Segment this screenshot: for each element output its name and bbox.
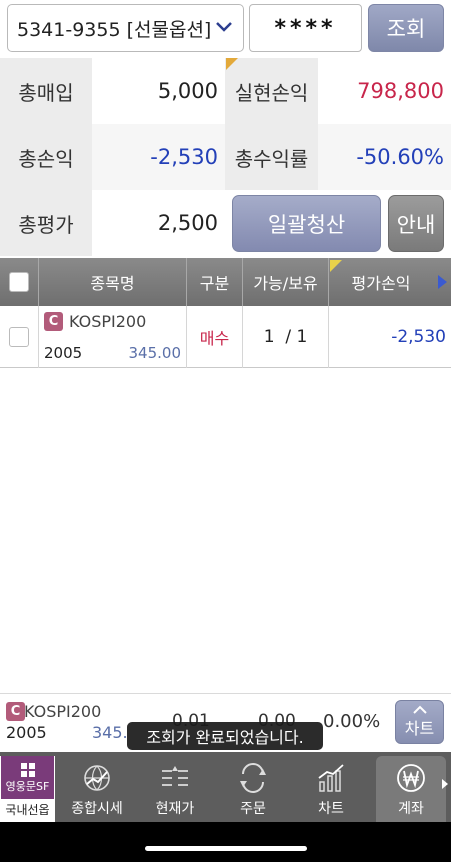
account-summary: 총매입 5,000 실현손익 798,800 총손익 -2,530 총수익률 -… bbox=[0, 58, 451, 257]
chevron-down-icon bbox=[216, 22, 232, 32]
corner-marker bbox=[226, 58, 238, 70]
row-side: 매수 bbox=[187, 306, 243, 368]
nav-account[interactable]: 계좌 bbox=[376, 756, 446, 822]
total-eval-label: 총평가 bbox=[0, 190, 92, 256]
exchange-arrows-icon bbox=[240, 763, 266, 793]
query-button[interactable]: 조회 bbox=[368, 4, 444, 52]
globe-chart-icon bbox=[84, 765, 110, 791]
bottom-nav: 영웅문SF 국내선옵 종합시세 현재가 주문 차트 계좌 bbox=[0, 752, 451, 822]
total-buy-value: 5,000 bbox=[92, 58, 225, 124]
chart-button[interactable]: 차트 bbox=[395, 700, 444, 744]
ticker-name: KOSPI200 bbox=[24, 702, 102, 721]
system-bar bbox=[0, 822, 451, 862]
domestic-label: 국내선옵 bbox=[5, 803, 50, 817]
nav-label: 현재가 bbox=[155, 801, 195, 817]
nav-order[interactable]: 주문 bbox=[218, 752, 288, 822]
price-list-icon bbox=[162, 766, 188, 786]
total-pl-label: 총손익 bbox=[0, 124, 92, 190]
top-bar: 5341-9355 [선물옵션] **** 조회 bbox=[0, 0, 451, 58]
item-code: 2005 bbox=[44, 344, 83, 362]
row-eval-pl: -2,530 bbox=[391, 327, 446, 347]
ticker-call-badge: C bbox=[6, 702, 25, 721]
call-badge: C bbox=[44, 312, 63, 331]
total-pl-value: -2,530 bbox=[92, 124, 225, 190]
ticker-price: 345. bbox=[92, 723, 128, 742]
header-eval-pl[interactable]: 평가손익 bbox=[329, 258, 433, 306]
realized-pl-label: 실현손익 bbox=[225, 58, 318, 124]
summary-row: 총평가 2,500 bbox=[0, 190, 451, 256]
guide-button[interactable]: 안내 bbox=[388, 195, 444, 252]
ticker-percent: 0.00% bbox=[323, 711, 381, 732]
scroll-right-icon[interactable] bbox=[436, 274, 448, 290]
select-all-checkbox[interactable] bbox=[9, 272, 29, 292]
summary-row: 총매입 5,000 실현손익 798,800 bbox=[0, 58, 451, 124]
nav-more-icon[interactable] bbox=[441, 778, 449, 790]
nav-domestic-futures[interactable]: 영웅문SF 국내선옵 bbox=[0, 756, 55, 822]
home-indicator[interactable] bbox=[145, 846, 307, 851]
nav-label: 주문 bbox=[240, 801, 266, 817]
chevron-up-icon bbox=[412, 705, 427, 714]
nav-label: 차트 bbox=[318, 801, 344, 817]
item-price: 345.00 bbox=[128, 344, 182, 362]
nav-chart[interactable]: 차트 bbox=[296, 752, 366, 822]
nav-label: 종합시세 bbox=[71, 801, 123, 817]
row-avail-hold: 1 / 1 bbox=[243, 306, 329, 368]
summary-row: 총손익 -2,530 총수익률 -50.60% bbox=[0, 124, 451, 190]
total-return-value: -50.60% bbox=[318, 124, 451, 190]
password-field[interactable]: **** bbox=[249, 4, 362, 52]
table-row[interactable]: C KOSPI200 2005 345.00 매수 1 / 1 -2,530 bbox=[0, 306, 451, 368]
nav-label: 계좌 bbox=[398, 801, 424, 817]
liquidate-all-button[interactable]: 일괄청산 bbox=[232, 195, 381, 252]
brand-tile: 영웅문SF bbox=[1, 756, 54, 799]
item-name: KOSPI200 bbox=[69, 312, 147, 331]
grid-icon bbox=[20, 762, 35, 777]
nav-current-price[interactable]: 현재가 bbox=[140, 752, 210, 822]
total-return-label: 총수익률 bbox=[225, 124, 318, 190]
row-checkbox[interactable] bbox=[9, 327, 29, 347]
realized-pl-value: 798,800 bbox=[318, 58, 451, 124]
header-side[interactable]: 구분 bbox=[187, 258, 243, 306]
positions-table-header: 종목명 구분 가능/보유 평가손익 bbox=[0, 258, 451, 306]
total-eval-value: 2,500 bbox=[92, 190, 225, 256]
bar-chart-icon bbox=[318, 764, 344, 792]
total-buy-label: 총매입 bbox=[0, 58, 92, 124]
nav-market-overview[interactable]: 종합시세 bbox=[62, 752, 132, 822]
corner-marker bbox=[330, 260, 342, 272]
account-selector[interactable]: 5341-9355 [선물옵션] bbox=[7, 4, 244, 52]
account-label: 5341-9355 [선물옵션] bbox=[17, 18, 212, 41]
header-avail-hold[interactable]: 가능/보유 bbox=[243, 258, 329, 306]
toast-message: 조회가 완료되었습니다. bbox=[127, 722, 323, 750]
brand-label: 영웅문SF bbox=[5, 779, 50, 793]
select-all-cell bbox=[0, 258, 39, 306]
row-select-cell bbox=[0, 306, 39, 368]
won-coin-icon bbox=[397, 764, 425, 792]
header-item-name[interactable]: 종목명 bbox=[39, 258, 187, 306]
chart-button-label: 차트 bbox=[404, 719, 435, 738]
ticker-code: 2005 bbox=[6, 723, 47, 742]
row-item-cell[interactable]: C KOSPI200 2005 345.00 bbox=[39, 306, 187, 368]
